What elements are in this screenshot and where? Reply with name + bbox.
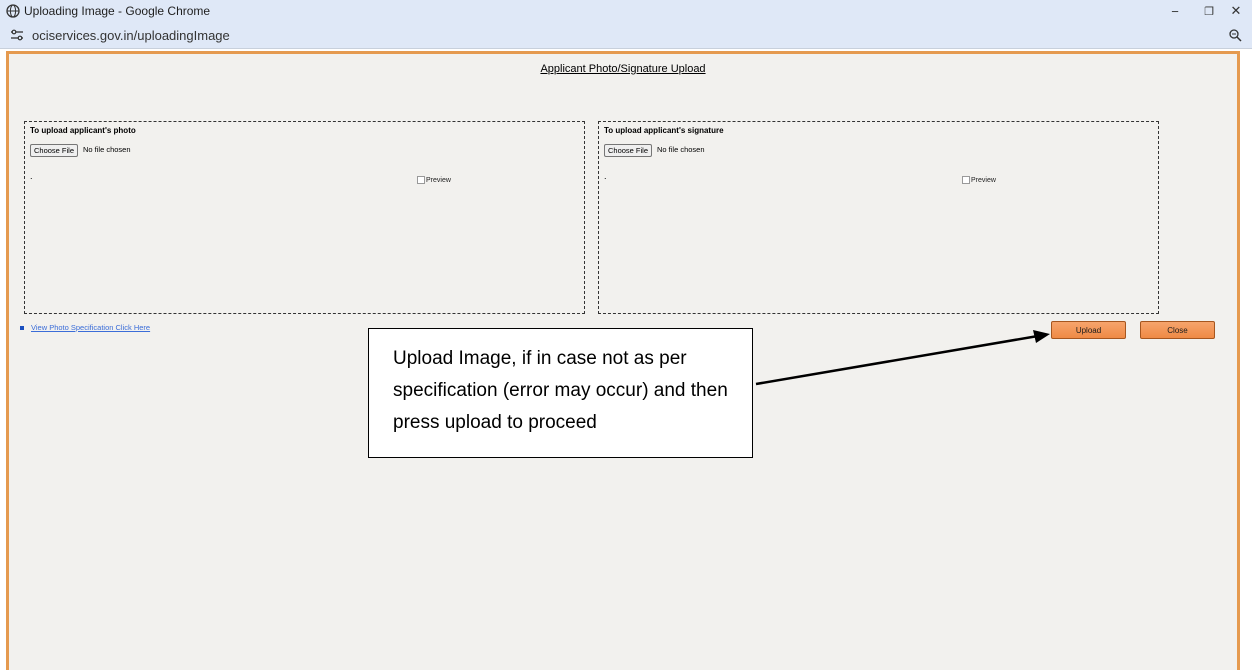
- signature-upload-box: To upload applicant's signature Choose F…: [598, 121, 1159, 314]
- globe-icon: [6, 4, 20, 18]
- photo-upload-box: To upload applicant's photo Choose File …: [24, 121, 585, 314]
- close-window-button[interactable]: ✕: [1221, 0, 1251, 22]
- broken-image-icon: [962, 176, 970, 184]
- photo-preview: Preview: [417, 176, 451, 184]
- close-button[interactable]: Close: [1140, 321, 1215, 339]
- restore-button[interactable]: ❐: [1194, 0, 1224, 22]
- photo-spec-link[interactable]: View Photo Specification Click Here: [31, 323, 150, 332]
- choose-photo-button[interactable]: Choose File: [30, 144, 79, 157]
- bullet-icon: [20, 326, 24, 330]
- window-titlebar: Uploading Image - Google Chrome − ❐ ✕: [0, 0, 1252, 22]
- url-text[interactable]: ociservices.gov.in/uploadingImage: [32, 28, 230, 43]
- broken-image-icon: [417, 176, 425, 184]
- zoom-icon[interactable]: [1228, 28, 1242, 42]
- upload-button[interactable]: Upload: [1051, 321, 1126, 339]
- photo-file-status: No file chosen: [83, 145, 131, 154]
- minimize-button[interactable]: −: [1160, 0, 1190, 22]
- page-title: Applicant Photo/Signature Upload: [540, 63, 706, 75]
- signature-dot: .: [604, 171, 607, 181]
- signature-file-status: No file chosen: [657, 145, 705, 154]
- address-bar[interactable]: ociservices.gov.in/uploadingImage: [0, 22, 1252, 49]
- photo-dot: .: [30, 171, 33, 181]
- annotation-callout: Upload Image, if in case not as per spec…: [368, 328, 753, 458]
- photo-box-heading: To upload applicant's photo: [30, 126, 136, 135]
- signature-box-heading: To upload applicant's signature: [604, 126, 724, 135]
- signature-preview-alt: Preview: [971, 176, 996, 184]
- window-title: Uploading Image - Google Chrome: [24, 4, 211, 18]
- site-settings-icon[interactable]: [10, 28, 24, 42]
- choose-signature-button[interactable]: Choose File: [604, 144, 653, 157]
- photo-preview-alt: Preview: [426, 176, 451, 184]
- signature-preview: Preview: [962, 176, 996, 184]
